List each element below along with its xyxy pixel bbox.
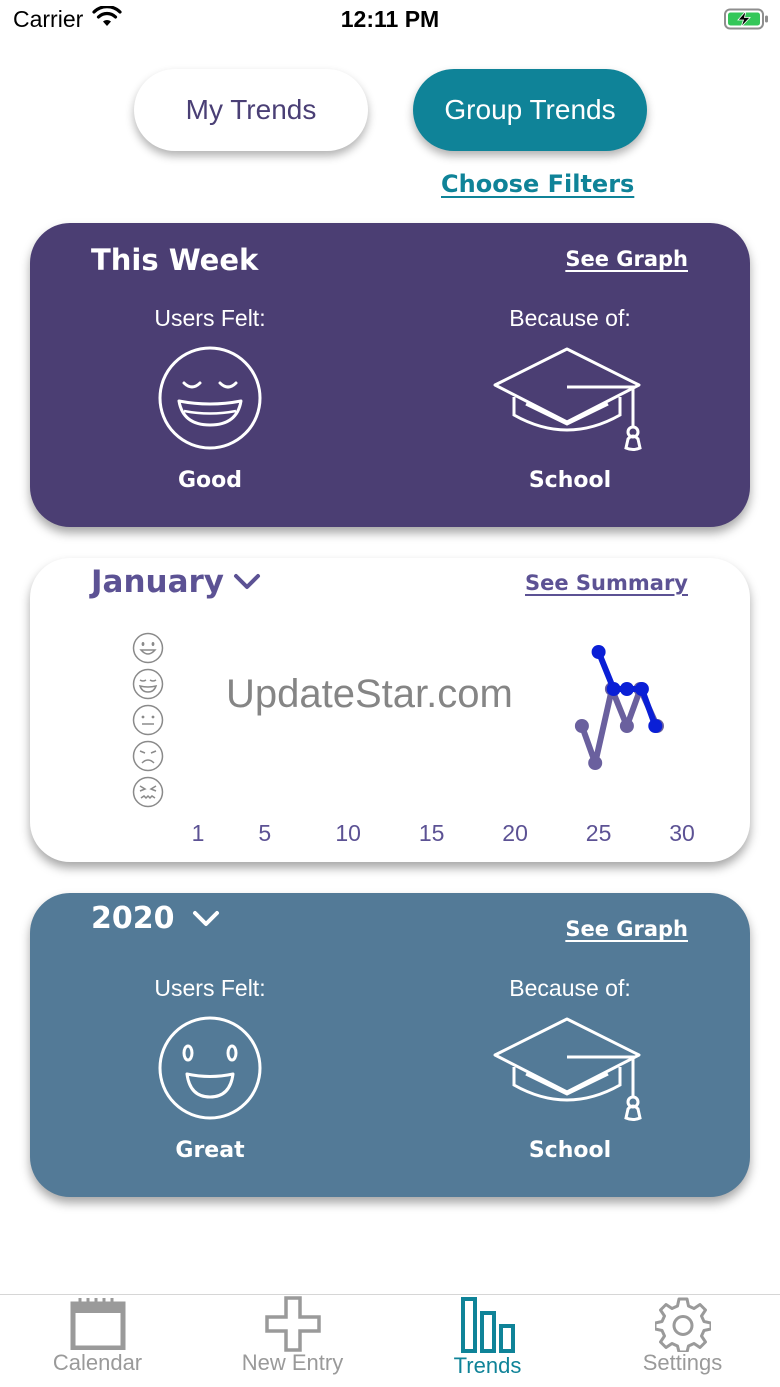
mood-value: Good — [177, 468, 243, 493]
users-felt-label: Users Felt: — [154, 305, 266, 331]
x-tick-label: 10 — [335, 820, 361, 846]
tab-settings[interactable]: Settings — [585, 1295, 780, 1387]
card-title: This Week — [91, 243, 259, 277]
gear-icon — [654, 1297, 711, 1352]
my-trends-button[interactable]: My Trends — [134, 69, 368, 151]
month-chart-card: January See Summary UpdateStar.com 1 5 1… — [30, 558, 750, 862]
x-tick-label: 20 — [502, 820, 528, 846]
x-tick-label: 1 — [191, 820, 205, 846]
x-tick-label: 15 — [418, 820, 445, 846]
status-bar: Carrier 12:11 PM — [0, 0, 780, 40]
graduation-cap-icon — [493, 1017, 642, 1121]
choose-filters-link[interactable]: Choose Filters — [441, 170, 634, 198]
year-card: 2020 See Graph Users Felt: Because of: G… — [30, 893, 750, 1197]
data-point — [606, 682, 621, 696]
battery-charging-icon — [724, 8, 768, 30]
tab-label: Calendar — [52, 1350, 143, 1375]
x-tick-label: 30 — [669, 820, 695, 846]
data-point — [619, 719, 634, 733]
data-point — [591, 645, 606, 659]
graduation-cap-icon — [493, 347, 642, 451]
mood-value: Great — [175, 1138, 245, 1163]
data-point — [619, 682, 634, 696]
tab-calendar[interactable]: Calendar — [0, 1295, 195, 1387]
tab-label: Settings — [642, 1350, 723, 1375]
reason-value: School — [528, 468, 612, 493]
group-trends-button[interactable]: Group Trends — [413, 69, 647, 151]
calendar-icon — [70, 1298, 125, 1350]
tab-label: New Entry — [241, 1350, 344, 1375]
data-point — [574, 719, 589, 733]
because-of-label: Because of: — [509, 305, 631, 331]
tab-new-entry[interactable]: New Entry — [195, 1295, 390, 1387]
because-of-label: Because of: — [509, 975, 631, 1001]
this-week-card: This Week See Graph Users Felt: Because … — [30, 223, 750, 527]
status-time: 12:11 PM — [340, 6, 440, 32]
great-face-icon — [158, 1016, 262, 1120]
x-tick-label: 25 — [585, 820, 612, 846]
tab-bar: Calendar New Entry Trends Settings — [0, 1294, 780, 1387]
chevron-down-icon[interactable] — [191, 909, 221, 929]
reason-value: School — [528, 1138, 612, 1163]
bar-chart-icon — [460, 1297, 515, 1353]
data-point — [588, 756, 603, 770]
x-tick-label: 5 — [258, 820, 272, 846]
mood-line-chart — [574, 645, 664, 770]
see-graph-link[interactable]: See Graph — [565, 917, 688, 941]
tab-label: Trends — [453, 1353, 522, 1378]
plus-icon — [264, 1296, 321, 1352]
year-title[interactable]: 2020 — [91, 901, 175, 936]
good-face-icon — [158, 346, 262, 450]
data-point — [634, 682, 649, 696]
data-point — [648, 719, 663, 733]
users-felt-label: Users Felt: — [154, 975, 266, 1001]
see-graph-link[interactable]: See Graph — [565, 247, 688, 271]
tab-trends[interactable]: Trends — [390, 1295, 585, 1387]
